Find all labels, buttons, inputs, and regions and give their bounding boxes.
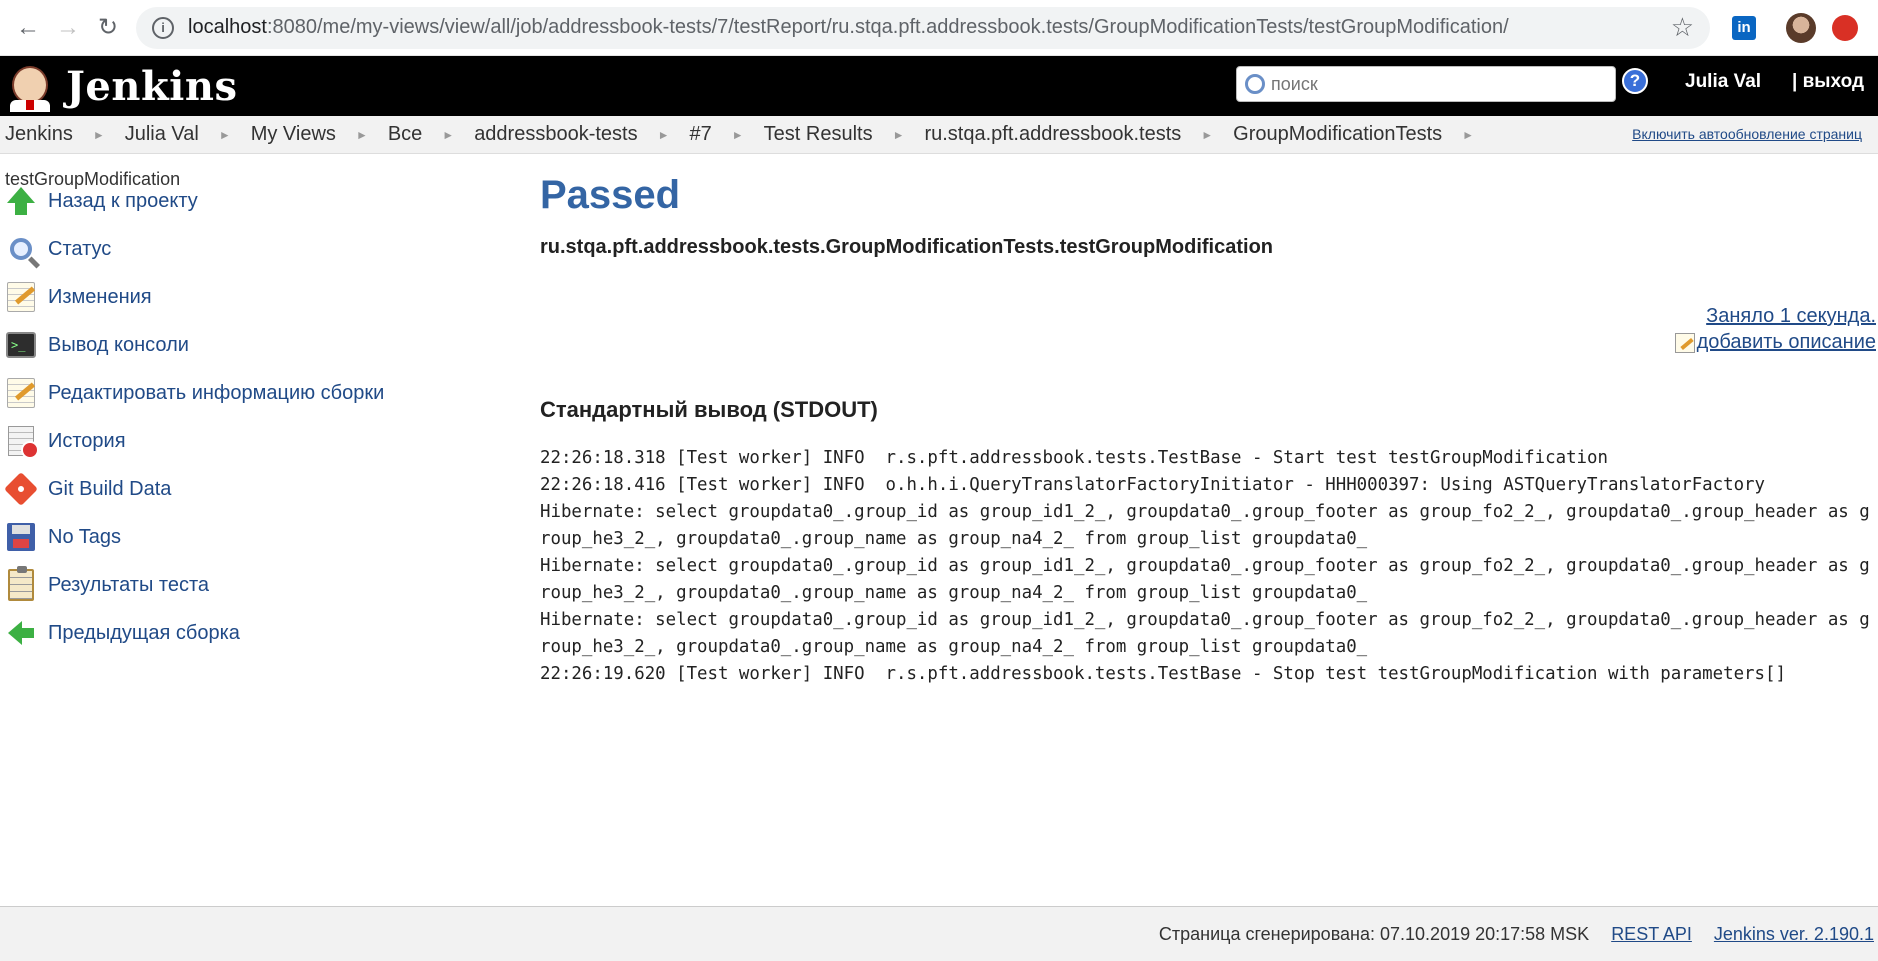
breadcrumb-item-user[interactable]: Julia Val — [125, 123, 199, 146]
back-button[interactable]: ← — [8, 8, 48, 48]
breadcrumb-item-class[interactable]: GroupModificationTests — [1233, 123, 1442, 146]
extension-icon[interactable] — [1832, 14, 1858, 41]
search-box[interactable] — [1236, 66, 1616, 102]
terminal-icon: >_ — [4, 328, 38, 362]
profile-avatar[interactable] — [1786, 12, 1816, 43]
add-description-link[interactable]: добавить описание — [1674, 331, 1876, 354]
task-test-results[interactable]: Результаты теста — [0, 561, 440, 609]
breadcrumb-separator-icon[interactable]: ► — [1201, 128, 1213, 142]
forward-button[interactable]: → — [48, 8, 88, 48]
jenkins-version-link[interactable]: Jenkins ver. 2.190.1 — [1714, 924, 1874, 945]
address-bar[interactable]: i localhost:8080/me/my-views/view/all/jo… — [136, 6, 1710, 49]
stdout-heading: Стандартный вывод (STDOUT) — [540, 397, 878, 422]
bookmark-star-icon[interactable]: ☆ — [1671, 12, 1694, 43]
task-link-no-tags[interactable]: No Tags — [48, 526, 121, 549]
jenkins-title: Jenkins — [66, 62, 238, 110]
breadcrumb-separator-icon[interactable]: ► — [219, 128, 231, 142]
task-previous-build[interactable]: Предыдущая сборка — [0, 609, 440, 657]
breadcrumb-item-all[interactable]: Все — [388, 123, 422, 146]
task-link-back-to-project[interactable]: Назад к проекту — [48, 190, 198, 213]
breadcrumb-item-test-results[interactable]: Test Results — [764, 123, 873, 146]
search-input[interactable] — [1271, 73, 1591, 95]
url-host: localhost — [188, 16, 267, 38]
clipboard-icon — [4, 566, 38, 602]
jenkins-header: Jenkins ? Julia Val | выход — [0, 56, 1878, 116]
up-arrow-icon — [4, 184, 38, 218]
floppy-icon — [4, 520, 38, 554]
breadcrumb-item-job[interactable]: addressbook-tests — [474, 123, 637, 146]
breadcrumb: Jenkins ► Julia Val ► My Views ► Все ► a… — [0, 116, 1878, 154]
browser-toolbar: ← → ↻ i localhost:8080/me/my-views/view/… — [0, 0, 1878, 56]
history-icon — [4, 424, 39, 459]
reload-button[interactable]: ↻ — [88, 8, 128, 48]
url-path: :8080/me/my-views/view/all/job/addressbo… — [266, 16, 1509, 38]
task-link-previous-build[interactable]: Предыдущая сборка — [48, 622, 240, 645]
task-history[interactable]: История — [0, 417, 440, 465]
breadcrumb-separator-icon[interactable]: ► — [1462, 128, 1474, 142]
task-no-tags[interactable]: No Tags — [0, 513, 440, 561]
autorefresh-link[interactable]: Включить автообновление страниц — [1632, 126, 1862, 142]
jenkins-logo[interactable]: Jenkins — [6, 60, 237, 112]
jenkins-butler-icon — [6, 60, 54, 112]
info-icon[interactable]: i — [152, 16, 174, 39]
footer-generated-text: Страница сгенерирована: 07.10.2019 20:17… — [1158, 923, 1590, 944]
task-git-build-data[interactable]: Git Build Data — [0, 465, 440, 513]
logout-link[interactable]: | выход — [1792, 71, 1864, 93]
page-footer: Страница сгенерирована: 07.10.2019 20:17… — [0, 906, 1878, 961]
breadcrumb-separator-icon[interactable]: ► — [893, 128, 905, 142]
task-link-console-output[interactable]: Вывод консоли — [48, 334, 189, 357]
breadcrumb-separator-icon[interactable]: ► — [356, 128, 368, 142]
breadcrumb-item-build[interactable]: #7 — [690, 123, 712, 146]
linkedin-icon[interactable]: in — [1732, 15, 1756, 40]
task-link-test-results[interactable]: Результаты теста — [48, 574, 209, 597]
search-icon — [1245, 74, 1265, 94]
task-console-output[interactable]: >_ Вывод консоли — [0, 321, 440, 369]
notepad-icon — [4, 376, 38, 410]
notepad-icon — [4, 280, 38, 314]
task-link-edit-build-info[interactable]: Редактировать информацию сборки — [48, 382, 384, 405]
breadcrumb-item-my-views[interactable]: My Views — [251, 123, 336, 146]
task-link-changes[interactable]: Изменения — [48, 286, 152, 309]
task-status[interactable]: Статус — [0, 225, 440, 273]
task-link-history[interactable]: История — [48, 430, 126, 453]
magnifier-icon — [4, 232, 38, 266]
stdout-log: 22:26:18.318 [Test worker] INFO r.s.pft.… — [540, 448, 1870, 684]
rest-api-link[interactable]: REST API — [1611, 924, 1692, 945]
task-link-status[interactable]: Статус — [48, 238, 111, 261]
main-panel: Passed ru.stqa.pft.addressbook.tests.Gro… — [540, 155, 1878, 684]
help-icon[interactable]: ? — [1622, 68, 1648, 94]
breadcrumb-separator-icon[interactable]: ► — [93, 128, 105, 142]
duration-link[interactable]: Заняло 1 секунда. — [1706, 305, 1876, 328]
edit-icon — [1674, 332, 1695, 353]
user-link[interactable]: Julia Val — [1685, 71, 1761, 93]
side-panel: testGroupModification Назад к проекту Ст… — [0, 155, 440, 657]
task-link-git-build-data[interactable]: Git Build Data — [48, 478, 171, 501]
breadcrumb-item-package[interactable]: ru.stqa.pft.addressbook.tests — [924, 123, 1181, 146]
breadcrumb-item-jenkins[interactable]: Jenkins — [5, 123, 73, 146]
breadcrumb-separator-icon[interactable]: ► — [658, 128, 670, 142]
url-text[interactable]: localhost:8080/me/my-views/view/all/job/… — [188, 16, 1661, 39]
task-changes[interactable]: Изменения — [0, 273, 440, 321]
breadcrumb-separator-icon[interactable]: ► — [442, 128, 454, 142]
left-arrow-icon — [4, 616, 38, 650]
task-edit-build-info[interactable]: Редактировать информацию сборки — [0, 369, 440, 417]
breadcrumb-separator-icon[interactable]: ► — [732, 128, 744, 142]
test-status-title: Passed — [540, 173, 681, 217]
add-description-label: добавить описание — [1696, 331, 1876, 353]
test-full-name: ru.stqa.pft.addressbook.tests.GroupModif… — [540, 236, 1274, 258]
git-icon — [4, 472, 38, 506]
